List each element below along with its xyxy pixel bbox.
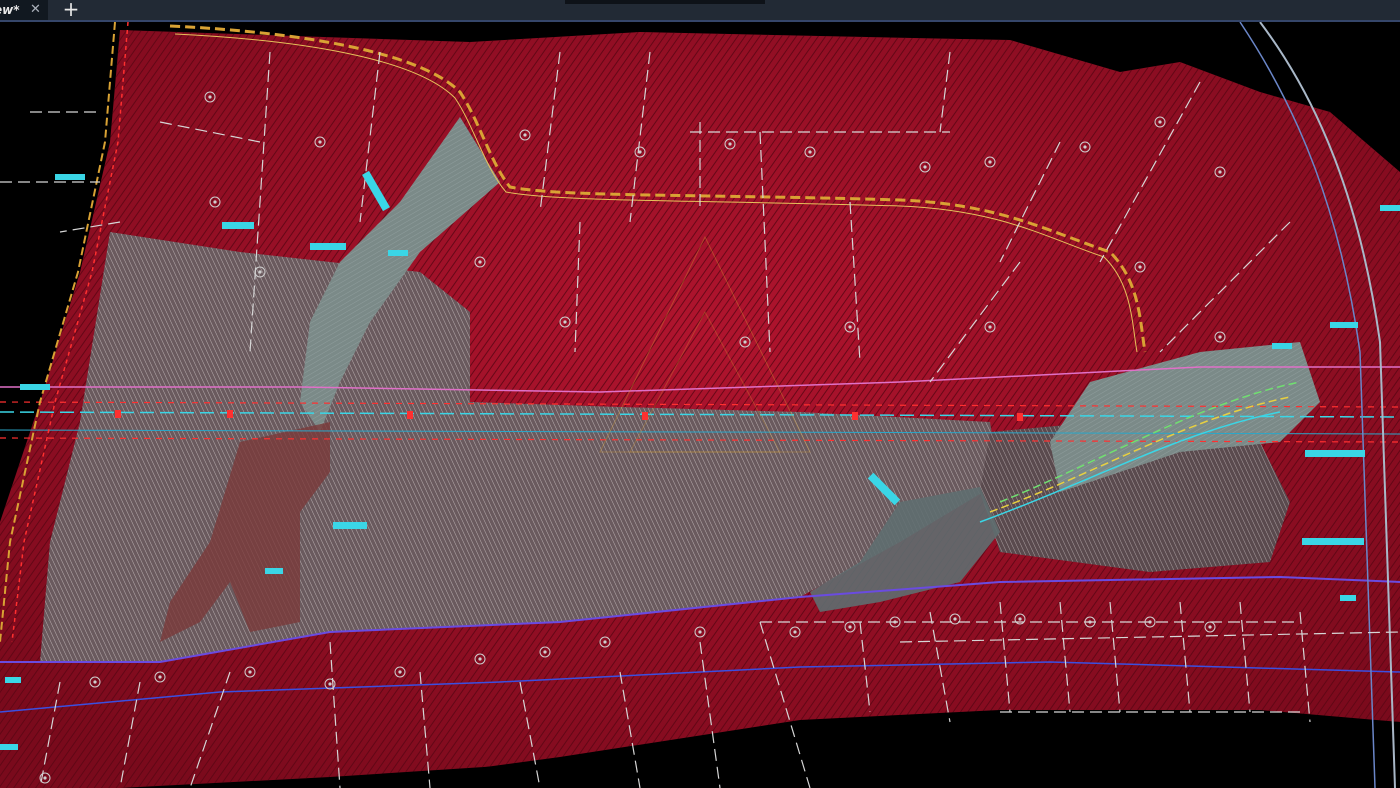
lot-marker-dot: [318, 140, 322, 144]
lot-marker-dot: [43, 776, 47, 780]
lot-marker-dot: [213, 200, 217, 204]
label-tag-12: [5, 677, 21, 683]
tab-bar-divider: [565, 0, 765, 4]
label-tag-10: [1302, 538, 1364, 545]
lot-marker-dot: [988, 160, 992, 164]
lot-marker-dot: [1208, 625, 1212, 629]
label-tag-0: [55, 174, 85, 180]
lot-marker-dot: [988, 325, 992, 329]
lot-marker-dot: [248, 670, 252, 674]
lot-marker-dot: [1083, 145, 1087, 149]
lot-marker-dot: [848, 325, 852, 329]
lot-marker-dot: [478, 260, 482, 264]
lot-marker-dot: [478, 657, 482, 661]
label-tag-8: [1272, 343, 1292, 349]
lot-marker-dot: [848, 625, 852, 629]
lot-marker-dot: [208, 95, 212, 99]
lot-marker-dot: [808, 150, 812, 154]
lot-marker-dot: [893, 620, 897, 624]
lot-marker-dot: [1148, 620, 1152, 624]
lot-marker-dot: [398, 670, 402, 674]
lot-marker-dot: [258, 270, 262, 274]
lot-marker-dot: [1088, 620, 1092, 624]
label-tag-9: [1305, 450, 1365, 457]
cad-application: ew* ✕ +: [0, 0, 1400, 788]
label-tag-2: [310, 243, 346, 250]
label-tag-3: [388, 250, 408, 256]
label-tag-11: [1340, 595, 1356, 601]
lot-marker-dot: [1138, 265, 1142, 269]
lot-marker-dot: [923, 165, 927, 169]
lot-marker-dot: [523, 133, 527, 137]
lot-marker-dot: [638, 150, 642, 154]
station-marker-3: [642, 412, 648, 420]
document-tab-bar: ew* ✕ +: [0, 0, 1400, 22]
label-tag-5: [333, 522, 367, 529]
lot-marker-dot: [1018, 617, 1022, 621]
label-tag-13: [0, 744, 18, 750]
lot-marker-dot: [563, 320, 567, 324]
lot-marker-dot: [93, 680, 97, 684]
lot-marker-dot: [953, 617, 957, 621]
lot-marker-dot: [1158, 120, 1162, 124]
lot-marker-dot: [543, 650, 547, 654]
site-plan-drawing[interactable]: [0, 22, 1400, 788]
station-marker-2: [407, 411, 413, 419]
plus-icon[interactable]: +: [60, 0, 82, 20]
lot-marker-dot: [328, 682, 332, 686]
station-marker-5: [1017, 413, 1023, 421]
document-tab-title: ew*: [0, 3, 20, 17]
station-marker-1: [227, 410, 233, 418]
lot-marker-dot: [793, 630, 797, 634]
lot-marker-dot: [603, 640, 607, 644]
drawing-viewport[interactable]: [0, 22, 1400, 788]
lot-marker-dot: [1218, 170, 1222, 174]
label-tag-7: [1330, 322, 1358, 328]
label-tag-6: [265, 568, 283, 574]
label-tag-1: [222, 222, 254, 229]
label-tag-14: [1380, 205, 1400, 211]
close-icon[interactable]: ✕: [30, 1, 41, 19]
lot-marker-dot: [743, 340, 747, 344]
station-marker-4: [852, 412, 858, 420]
station-marker-0: [115, 410, 121, 418]
document-tab[interactable]: ew* ✕: [0, 0, 48, 20]
lot-marker-dot: [1218, 335, 1222, 339]
lot-marker-dot: [728, 142, 732, 146]
lot-marker-dot: [698, 630, 702, 634]
lot-marker-dot: [158, 675, 162, 679]
label-tag-4: [20, 384, 50, 390]
